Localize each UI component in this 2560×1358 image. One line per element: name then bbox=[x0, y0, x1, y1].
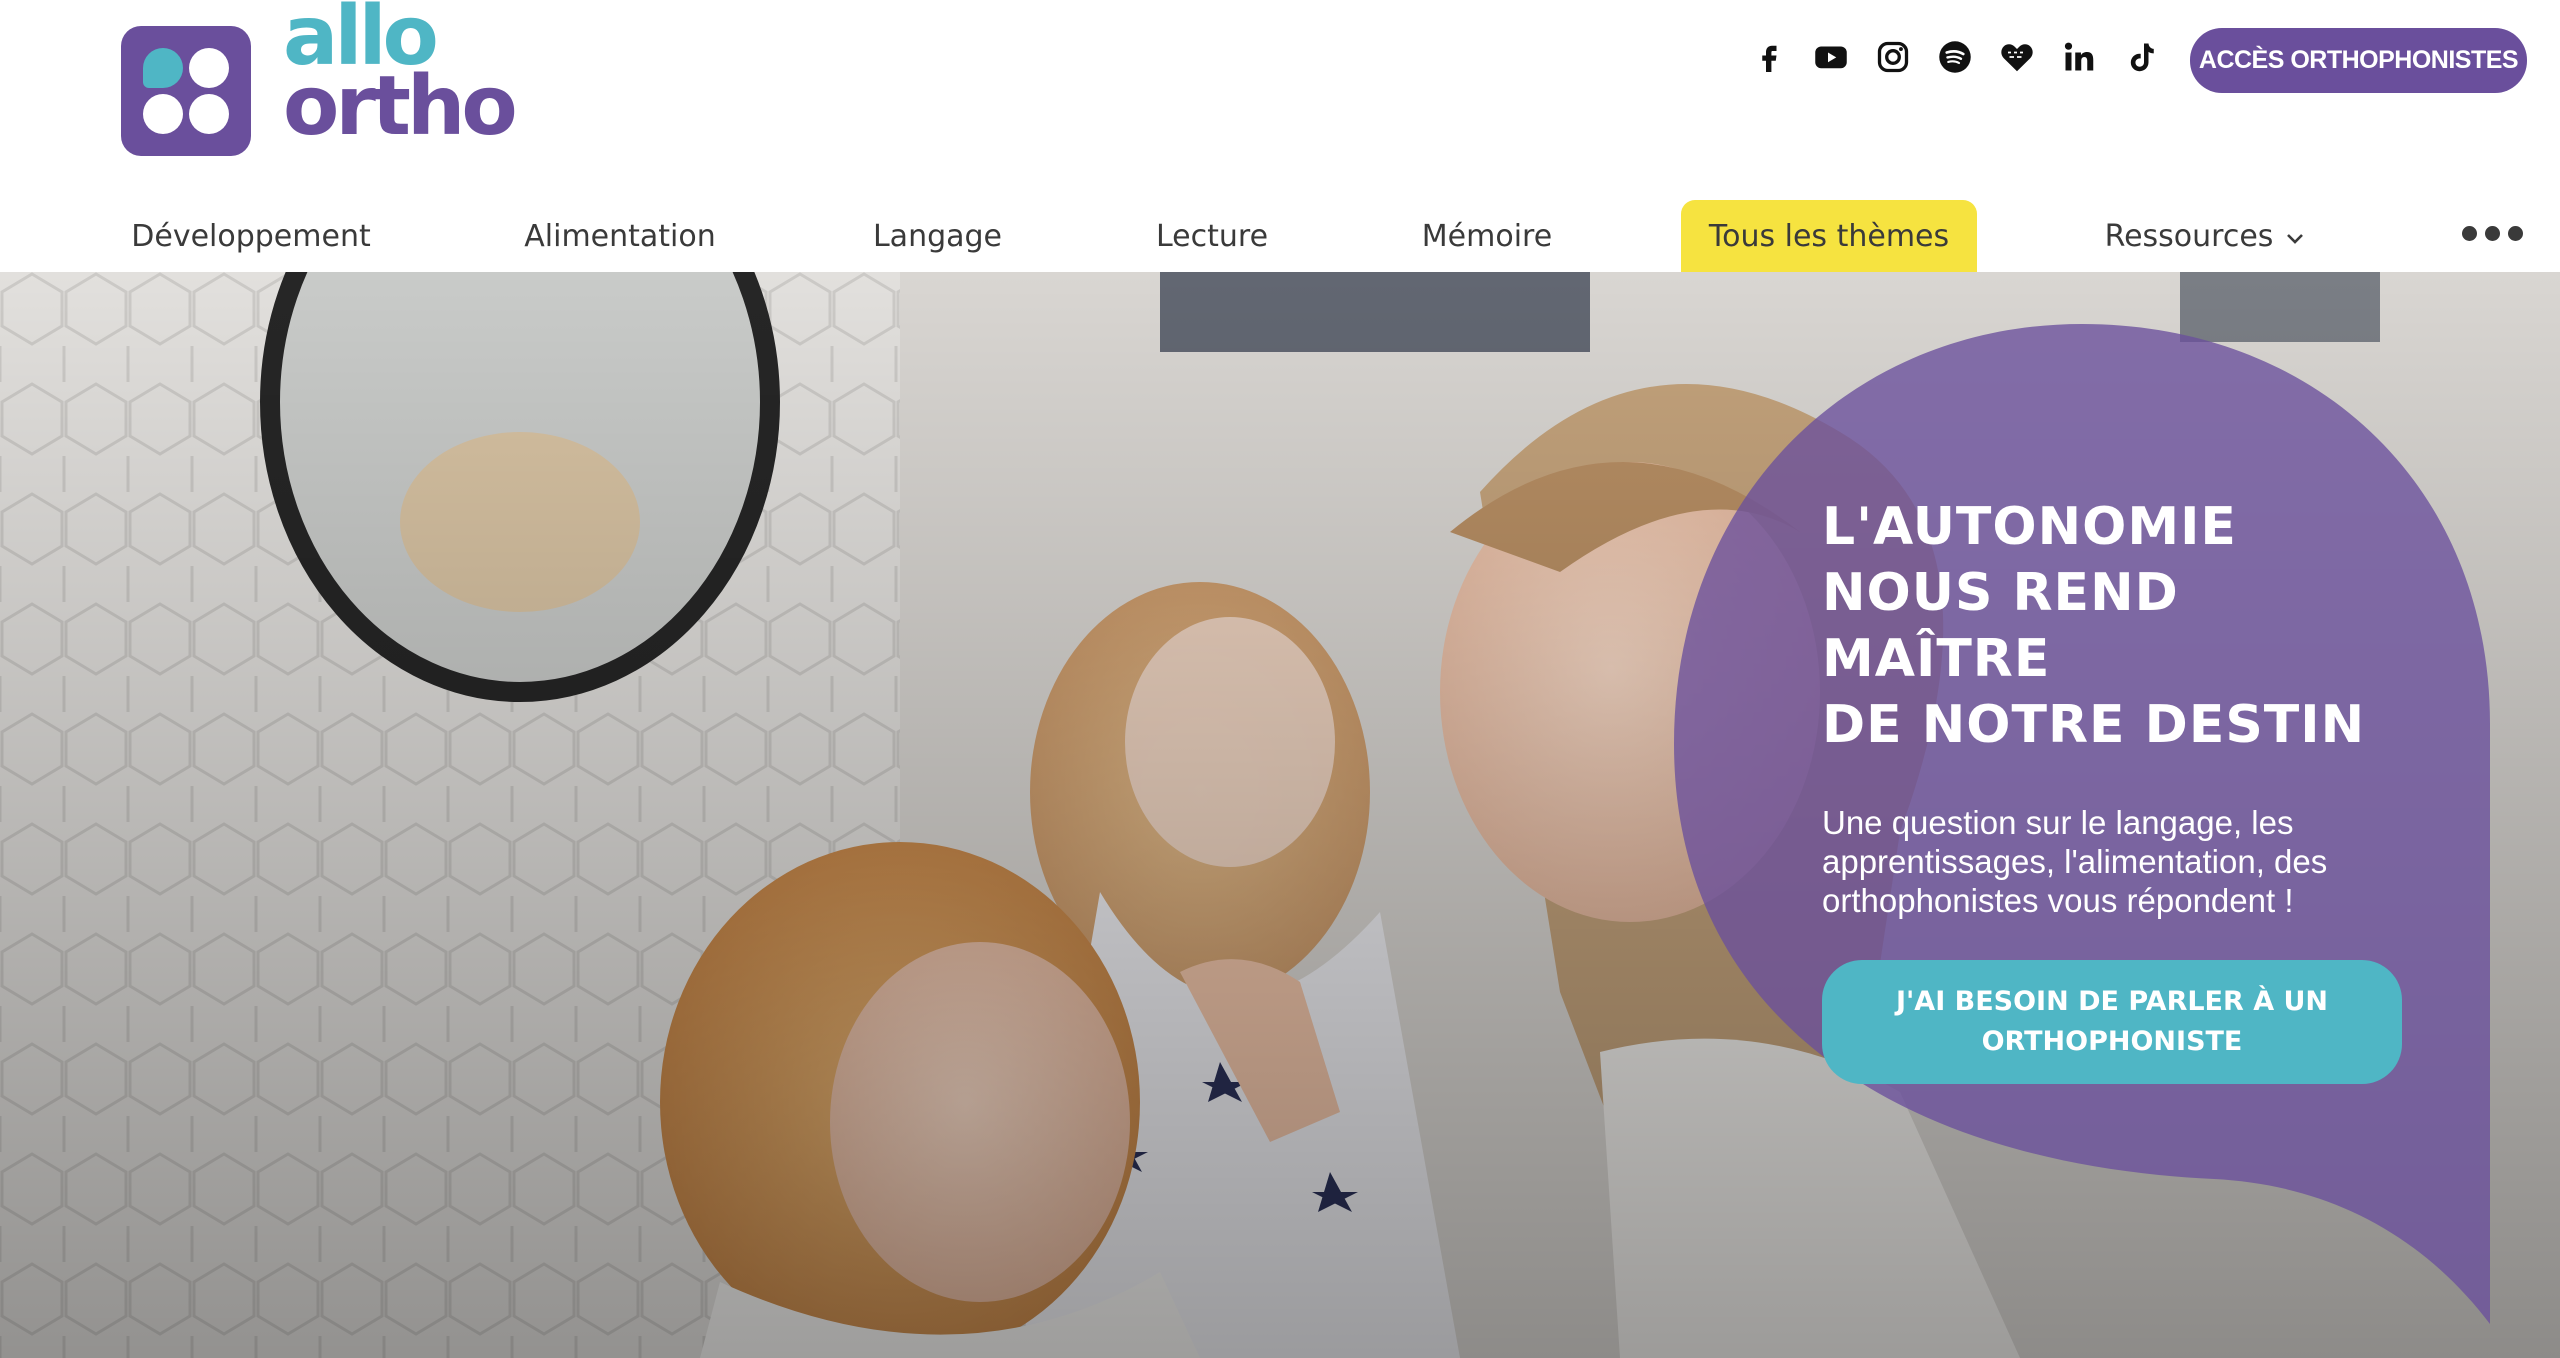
hero-content: L'AUTONOMIE NOUS REND MAÎTRE DE NOTRE DE… bbox=[1822, 494, 2422, 1084]
social-links bbox=[1750, 38, 2160, 76]
nav-item-ressources[interactable]: Ressources bbox=[2100, 200, 2310, 272]
hero-description: Une question sur le langage, les apprent… bbox=[1822, 804, 2328, 919]
logo-mark-icon bbox=[121, 26, 251, 156]
nav-item-alimentation[interactable]: Alimentation bbox=[524, 200, 716, 272]
main-nav: Développement Alimentation Langage Lectu… bbox=[0, 200, 2560, 272]
chevron-down-icon bbox=[2285, 219, 2305, 254]
nav-item-tous-les-themes[interactable]: Tous les thèmes bbox=[1681, 200, 1977, 272]
nav-item-lecture[interactable]: Lecture bbox=[1156, 200, 1268, 272]
youtube-icon[interactable] bbox=[1812, 38, 1850, 76]
site-header: allo ortho ACCÈS ORTHOPHONISTES Développ… bbox=[0, 0, 2560, 272]
deezer-heart-icon[interactable] bbox=[1998, 38, 2036, 76]
hero-section: L'AUTONOMIE NOUS REND MAÎTRE DE NOTRE DE… bbox=[0, 272, 2560, 1358]
nav-item-langage[interactable]: Langage bbox=[870, 200, 1005, 272]
talk-to-orthophonist-button[interactable]: J'AI BESOIN DE PARLER À UN ORTHOPHONISTE bbox=[1822, 960, 2402, 1084]
linkedin-icon[interactable] bbox=[2060, 38, 2098, 76]
facebook-icon[interactable] bbox=[1750, 38, 1788, 76]
tiktok-icon[interactable] bbox=[2122, 38, 2160, 76]
spotify-icon[interactable] bbox=[1936, 38, 1974, 76]
nav-item-developpement[interactable]: Développement bbox=[131, 200, 370, 272]
professional-access-button[interactable]: ACCÈS ORTHOPHONISTES bbox=[2190, 28, 2527, 93]
instagram-icon[interactable] bbox=[1874, 38, 1912, 76]
hero-title-line: NOUS REND MAÎTRE bbox=[1822, 563, 2179, 689]
nav-item-ressources-label: Ressources bbox=[2104, 218, 2274, 254]
hero-title-line: L'AUTONOMIE bbox=[1822, 497, 2237, 557]
ellipsis-icon[interactable] bbox=[2462, 226, 2523, 241]
site-logo[interactable]: allo ortho bbox=[121, 0, 533, 160]
hero-title-line: DE NOTRE DESTIN bbox=[1822, 695, 2366, 755]
logo-wordmark: allo ortho bbox=[283, 0, 518, 154]
hero-title: L'AUTONOMIE NOUS REND MAÎTRE DE NOTRE DE… bbox=[1822, 494, 2422, 758]
nav-item-memoire[interactable]: Mémoire bbox=[1421, 200, 1553, 272]
